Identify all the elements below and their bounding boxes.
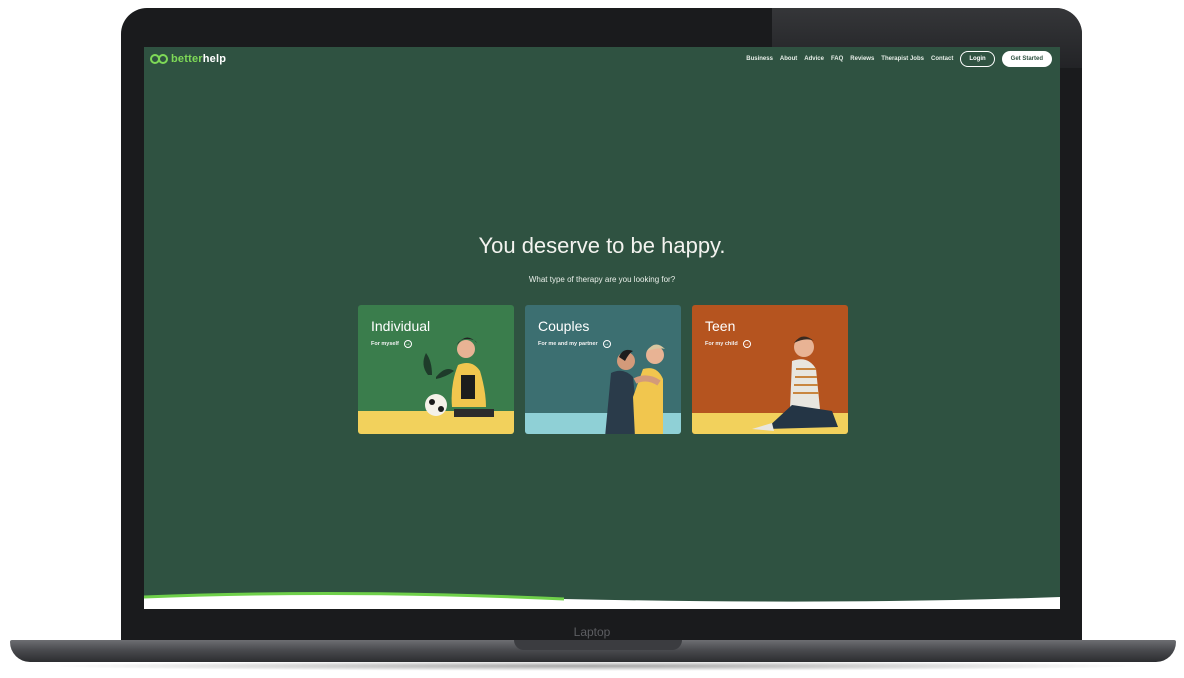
card-subtitle-text: For myself <box>371 341 399 347</box>
card-subtitle: For myself → <box>371 340 412 348</box>
card-subtitle-text: For my child <box>705 341 738 347</box>
laptop-label: Laptop <box>573 625 611 639</box>
card-title: Couples <box>538 318 590 334</box>
nav-link-about[interactable]: About <box>780 56 797 62</box>
nav-links: Business About Advice FAQ Reviews Therap… <box>746 51 1052 67</box>
card-title: Individual <box>371 318 431 334</box>
nav-link-therapist-jobs[interactable]: Therapist Jobs <box>881 56 924 62</box>
logo[interactable]: betterhelp <box>150 53 226 65</box>
arrow-right-icon: → <box>602 340 611 348</box>
arrow-right-icon: → <box>403 340 412 348</box>
card-subtitle-text: For me and my partner <box>538 341 598 347</box>
arrow-right-icon: → <box>742 340 751 348</box>
nav-link-contact[interactable]: Contact <box>931 56 953 62</box>
laptop-shadow <box>40 661 1146 671</box>
card-teen[interactable]: Teen For my child → <box>692 305 848 434</box>
card-individual[interactable]: Individual For myself → <box>358 305 514 434</box>
card-couples[interactable]: Couples For me and my partner → <box>525 305 681 434</box>
hero-title: You deserve to be happy. <box>478 233 726 258</box>
nav-link-faq[interactable]: FAQ <box>831 56 843 62</box>
get-started-button[interactable]: Get Started <box>1001 51 1052 67</box>
laptop-notch <box>514 640 682 650</box>
hero-subtitle: What type of therapy are you looking for… <box>528 275 676 284</box>
nav-link-business[interactable]: Business <box>746 56 773 62</box>
card-title: Teen <box>705 318 736 334</box>
login-button[interactable]: Login <box>960 51 995 67</box>
nav-link-reviews[interactable]: Reviews <box>850 56 874 62</box>
card-subtitle: For me and my partner → <box>538 340 611 348</box>
top-nav: betterhelp Business About Advice FAQ Rev… <box>144 47 1060 73</box>
logo-icon <box>150 54 168 64</box>
logo-text: betterhelp <box>171 53 227 65</box>
card-subtitle: For my child → <box>705 340 751 348</box>
bottom-wave <box>144 591 1060 609</box>
nav-link-advice[interactable]: Advice <box>804 56 824 62</box>
screen: betterhelp Business About Advice FAQ Rev… <box>144 47 1060 609</box>
